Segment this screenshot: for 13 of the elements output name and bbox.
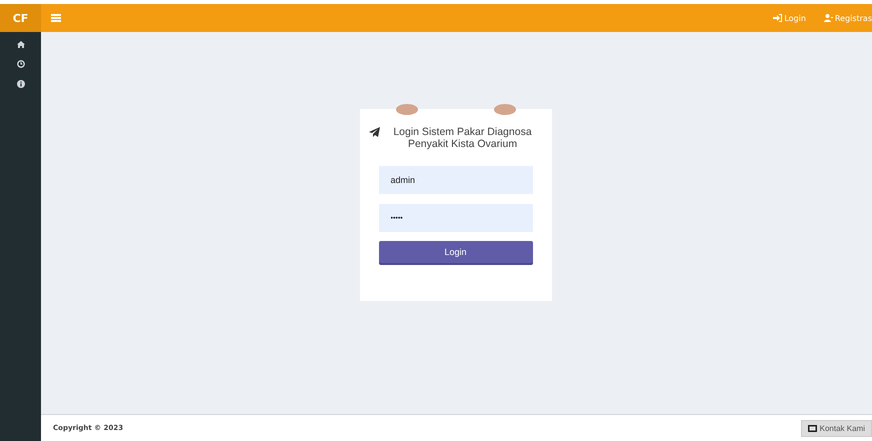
paper-plane-icon [368, 127, 380, 137]
pin-drawing [494, 104, 516, 115]
pin-drawing [396, 104, 418, 115]
monitor-icon [808, 424, 817, 432]
login-button[interactable]: Login [378, 241, 532, 263]
username-field[interactable]: admin [378, 166, 532, 194]
sign-in-icon [773, 14, 782, 22]
clock-icon[interactable] [16, 60, 24, 68]
login-title: Login Sistem Pakar Diagnosa Penyakit Kista Ovarium [392, 126, 533, 150]
user-add-icon [824, 14, 833, 22]
contact-button[interactable]: Kontak Kami [800, 420, 872, 436]
home-icon[interactable] [16, 41, 24, 48]
info-icon[interactable] [16, 80, 24, 88]
